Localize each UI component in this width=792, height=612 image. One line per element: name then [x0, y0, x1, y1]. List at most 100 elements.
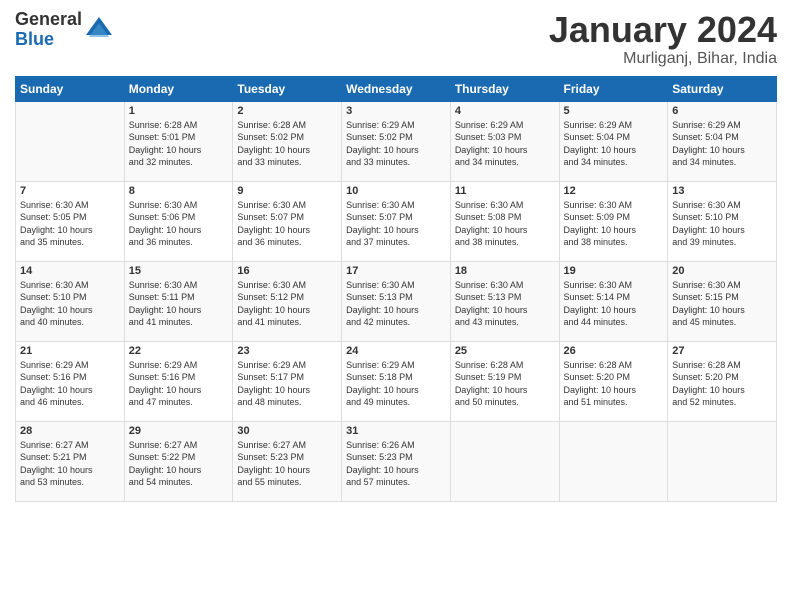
- day-info: Sunrise: 6:29 AMSunset: 5:16 PMDaylight:…: [129, 359, 229, 409]
- day-info: Sunrise: 6:29 AMSunset: 5:17 PMDaylight:…: [237, 359, 337, 409]
- day-number: 8: [129, 185, 229, 197]
- calendar-cell: [450, 421, 559, 501]
- day-number: 18: [455, 265, 555, 277]
- calendar-cell: 4Sunrise: 6:29 AMSunset: 5:03 PMDaylight…: [450, 101, 559, 181]
- calendar-cell: 1 Sunrise: 6:28 AMSunset: 5:01 PMDaylight…: [124, 101, 233, 181]
- day-info: Sunrise: 6:30 AMSunset: 5:10 PMDaylight:…: [672, 199, 772, 249]
- calendar-week-row: 28 Sunrise: 6:27 AMSunset: 5:21 PMDayligh…: [16, 421, 777, 501]
- day-number: 20: [672, 265, 772, 277]
- calendar-cell: 28 Sunrise: 6:27 AMSunset: 5:21 PMDayligh…: [16, 421, 125, 501]
- day-info: Sunrise: 6:30 AMSunset: 5:09 PMDaylight:…: [564, 199, 664, 249]
- calendar-cell: 31Sunrise: 6:26 AMSunset: 5:23 PMDayligh…: [342, 421, 451, 501]
- calendar-cell: 30 Sunrise: 6:27 AMSunset: 5:23 PMDayligh…: [233, 421, 342, 501]
- calendar-cell: 19Sunrise: 6:30 AMSunset: 5:14 PMDayligh…: [559, 261, 668, 341]
- calendar-cell: 22 Sunrise: 6:29 AMSunset: 5:16 PMDayligh…: [124, 341, 233, 421]
- day-info: Sunrise: 6:30 AMSunset: 5:11 PMDaylight:…: [129, 279, 229, 329]
- month-title: January 2024: [549, 10, 777, 50]
- calendar-cell: 14 Sunrise: 6:30 AMSunset: 5:10 PMDayligh…: [16, 261, 125, 341]
- weekday-header: Sunday: [16, 76, 125, 101]
- weekday-header: Friday: [559, 76, 668, 101]
- day-info: Sunrise: 6:29 AMSunset: 5:16 PMDaylight:…: [20, 359, 120, 409]
- day-number: 6: [672, 105, 772, 117]
- weekday-header: Monday: [124, 76, 233, 101]
- day-number: 30: [237, 425, 337, 437]
- day-number: 26: [564, 345, 664, 357]
- day-info: Sunrise: 6:30 AMSunset: 5:08 PMDaylight:…: [455, 199, 555, 249]
- calendar-week-row: 1 Sunrise: 6:28 AMSunset: 5:01 PMDaylight…: [16, 101, 777, 181]
- calendar-cell: 8Sunrise: 6:30 AMSunset: 5:06 PMDaylight…: [124, 181, 233, 261]
- day-info: Sunrise: 6:30 AMSunset: 5:07 PMDaylight:…: [346, 199, 446, 249]
- calendar-cell: [16, 101, 125, 181]
- calendar-cell: 15 Sunrise: 6:30 AMSunset: 5:11 PMDayligh…: [124, 261, 233, 341]
- page-header: General Blue January 2024 Murliganj, Bih…: [15, 10, 777, 68]
- calendar-cell: 27Sunrise: 6:28 AMSunset: 5:20 PMDayligh…: [668, 341, 777, 421]
- day-number: 22: [129, 345, 229, 357]
- day-number: 25: [455, 345, 555, 357]
- calendar-cell: 9 Sunrise: 6:30 AMSunset: 5:07 PMDaylight…: [233, 181, 342, 261]
- day-number: 29: [129, 425, 229, 437]
- calendar-week-row: 7 Sunrise: 6:30 AMSunset: 5:05 PMDaylight…: [16, 181, 777, 261]
- day-number: 9: [237, 185, 337, 197]
- day-number: 10: [346, 185, 446, 197]
- calendar-cell: 21Sunrise: 6:29 AMSunset: 5:16 PMDayligh…: [16, 341, 125, 421]
- day-number: 12: [564, 185, 664, 197]
- weekday-header: Tuesday: [233, 76, 342, 101]
- calendar-cell: 3 Sunrise: 6:29 AMSunset: 5:02 PMDaylight…: [342, 101, 451, 181]
- calendar-cell: 23 Sunrise: 6:29 AMSunset: 5:17 PMDayligh…: [233, 341, 342, 421]
- day-info: Sunrise: 6:30 AMSunset: 5:15 PMDaylight:…: [672, 279, 772, 329]
- calendar-cell: 2Sunrise: 6:28 AMSunset: 5:02 PMDaylight…: [233, 101, 342, 181]
- weekday-header: Wednesday: [342, 76, 451, 101]
- day-info: Sunrise: 6:29 AMSunset: 5:02 PMDaylight:…: [346, 119, 446, 169]
- calendar-cell: 24 Sunrise: 6:29 AMSunset: 5:18 PMDayligh…: [342, 341, 451, 421]
- calendar-cell: 12 Sunrise: 6:30 AMSunset: 5:09 PMDayligh…: [559, 181, 668, 261]
- calendar-cell: 26 Sunrise: 6:28 AMSunset: 5:20 PMDayligh…: [559, 341, 668, 421]
- day-number: 3: [346, 105, 446, 117]
- day-info: Sunrise: 6:30 AMSunset: 5:10 PMDaylight:…: [20, 279, 120, 329]
- day-info: Sunrise: 6:29 AMSunset: 5:04 PMDaylight:…: [672, 119, 772, 169]
- day-info: Sunrise: 6:30 AMSunset: 5:07 PMDaylight:…: [237, 199, 337, 249]
- day-number: 27: [672, 345, 772, 357]
- day-info: Sunrise: 6:27 AMSunset: 5:21 PMDaylight:…: [20, 439, 120, 489]
- day-info: Sunrise: 6:29 AMSunset: 5:18 PMDaylight:…: [346, 359, 446, 409]
- location: Murliganj, Bihar, India: [549, 50, 777, 68]
- logo: General Blue: [15, 10, 114, 50]
- day-info: Sunrise: 6:28 AMSunset: 5:19 PMDaylight:…: [455, 359, 555, 409]
- day-number: 14: [20, 265, 120, 277]
- day-info: Sunrise: 6:28 AMSunset: 5:20 PMDaylight:…: [564, 359, 664, 409]
- logo-icon: [84, 15, 114, 45]
- day-info: Sunrise: 6:27 AMSunset: 5:23 PMDaylight:…: [237, 439, 337, 489]
- day-info: Sunrise: 6:30 AMSunset: 5:05 PMDaylight:…: [20, 199, 120, 249]
- calendar-cell: 16Sunrise: 6:30 AMSunset: 5:12 PMDayligh…: [233, 261, 342, 341]
- day-number: 5: [564, 105, 664, 117]
- day-number: 24: [346, 345, 446, 357]
- day-number: 16: [237, 265, 337, 277]
- day-info: Sunrise: 6:30 AMSunset: 5:13 PMDaylight:…: [346, 279, 446, 329]
- calendar-cell: 7 Sunrise: 6:30 AMSunset: 5:05 PMDaylight…: [16, 181, 125, 261]
- weekday-header: Saturday: [668, 76, 777, 101]
- day-info: Sunrise: 6:26 AMSunset: 5:23 PMDaylight:…: [346, 439, 446, 489]
- day-info: Sunrise: 6:28 AMSunset: 5:01 PMDaylight:…: [129, 119, 229, 169]
- day-number: 28: [20, 425, 120, 437]
- day-number: 11: [455, 185, 555, 197]
- logo-general-text: General: [15, 10, 82, 30]
- calendar-cell: 6 Sunrise: 6:29 AMSunset: 5:04 PMDaylight…: [668, 101, 777, 181]
- calendar-cell: 5Sunrise: 6:29 AMSunset: 5:04 PMDaylight…: [559, 101, 668, 181]
- day-number: 4: [455, 105, 555, 117]
- day-info: Sunrise: 6:30 AMSunset: 5:13 PMDaylight:…: [455, 279, 555, 329]
- title-section: January 2024 Murliganj, Bihar, India: [549, 10, 777, 68]
- day-number: 2: [237, 105, 337, 117]
- calendar-week-row: 14 Sunrise: 6:30 AMSunset: 5:10 PMDayligh…: [16, 261, 777, 341]
- calendar-cell: 17Sunrise: 6:30 AMSunset: 5:13 PMDayligh…: [342, 261, 451, 341]
- calendar-cell: [668, 421, 777, 501]
- calendar-header-row: SundayMondayTuesdayWednesdayThursdayFrid…: [16, 76, 777, 101]
- day-number: 1: [129, 105, 229, 117]
- day-number: 23: [237, 345, 337, 357]
- calendar-cell: [559, 421, 668, 501]
- day-number: 19: [564, 265, 664, 277]
- day-number: 7: [20, 185, 120, 197]
- day-info: Sunrise: 6:27 AMSunset: 5:22 PMDaylight:…: [129, 439, 229, 489]
- day-number: 15: [129, 265, 229, 277]
- calendar-cell: 10 Sunrise: 6:30 AMSunset: 5:07 PMDayligh…: [342, 181, 451, 261]
- calendar-cell: 25 Sunrise: 6:28 AMSunset: 5:19 PMDayligh…: [450, 341, 559, 421]
- calendar-week-row: 21Sunrise: 6:29 AMSunset: 5:16 PMDayligh…: [16, 341, 777, 421]
